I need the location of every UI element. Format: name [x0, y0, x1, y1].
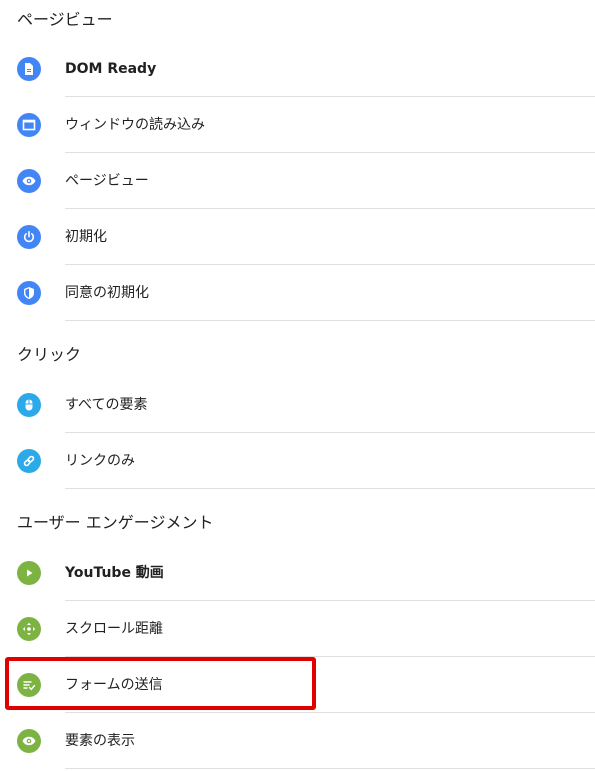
- trigger-item-page-view[interactable]: ページビュー: [0, 153, 595, 209]
- play-icon: [17, 561, 41, 585]
- scroll-arrows-icon: [17, 617, 41, 641]
- trigger-item-window-loaded[interactable]: ウィンドウの読み込み: [0, 97, 595, 153]
- divider: [65, 320, 595, 321]
- window-icon: [17, 113, 41, 137]
- power-icon: [17, 225, 41, 249]
- section-title-page-view: ページビュー: [17, 10, 113, 29]
- trigger-label: DOM Ready: [65, 61, 157, 77]
- mouse-icon: [17, 393, 41, 417]
- trigger-item-youtube-video[interactable]: YouTube 動画: [0, 545, 595, 601]
- trigger-item-all-elements[interactable]: すべての要素: [0, 377, 595, 433]
- trigger-label: リンクのみ: [65, 453, 135, 469]
- section-title-click: クリック: [17, 345, 82, 364]
- document-icon: [17, 57, 41, 81]
- trigger-item-form-submission[interactable]: フォームの送信: [0, 657, 595, 713]
- divider: [65, 488, 595, 489]
- trigger-label: 要素の表示: [65, 733, 135, 749]
- trigger-label: すべての要素: [65, 397, 148, 413]
- divider: [65, 768, 595, 769]
- eye-icon: [17, 729, 41, 753]
- trigger-label: 同意の初期化: [65, 285, 149, 301]
- trigger-item-scroll-depth[interactable]: スクロール距離: [0, 601, 595, 657]
- trigger-label: スクロール距離: [65, 621, 163, 637]
- shield-icon: [17, 281, 41, 305]
- trigger-label: YouTube 動画: [65, 565, 164, 581]
- trigger-item-element-visibility[interactable]: 要素の表示: [0, 713, 595, 769]
- trigger-label: フォームの送信: [65, 677, 163, 693]
- link-icon: [17, 449, 41, 473]
- trigger-item-initialization[interactable]: 初期化: [0, 209, 595, 265]
- form-submit-icon: [17, 673, 41, 697]
- trigger-label: 初期化: [65, 229, 107, 245]
- trigger-label: ウィンドウの読み込み: [65, 117, 205, 133]
- eye-icon: [17, 169, 41, 193]
- section-title-user-engagement: ユーザー エンゲージメント: [17, 513, 214, 532]
- trigger-item-just-links[interactable]: リンクのみ: [0, 433, 595, 489]
- trigger-item-consent-initialization[interactable]: 同意の初期化: [0, 265, 595, 321]
- trigger-item-dom-ready[interactable]: DOM Ready: [0, 41, 595, 97]
- trigger-label: ページビュー: [65, 173, 149, 189]
